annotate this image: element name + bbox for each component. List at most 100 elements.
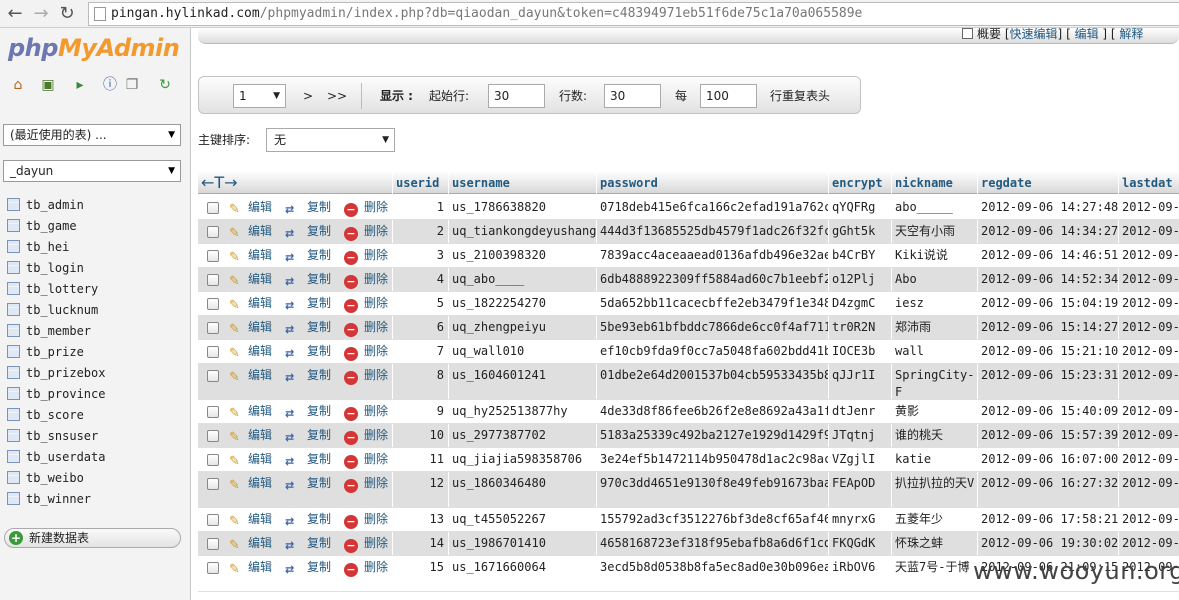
sidebar-table-item[interactable]: tb_member bbox=[7, 322, 91, 343]
row-checkbox[interactable] bbox=[207, 322, 219, 334]
cell-regdate[interactable]: 2012-09-06 14:34:27 bbox=[977, 220, 1118, 243]
cell-username[interactable]: us_1604601241 bbox=[448, 364, 596, 399]
cell-username[interactable]: us_2100398320 bbox=[448, 244, 596, 267]
query-window-icon[interactable]: ▸ bbox=[72, 77, 88, 93]
row-checkbox[interactable] bbox=[207, 346, 219, 358]
sidebar-table-item[interactable]: tb_prizebox bbox=[7, 364, 105, 385]
cell-password[interactable]: 5183a25339c492ba2127e1929d1429f9 bbox=[596, 424, 828, 447]
repeat-header-input[interactable]: 100 bbox=[700, 84, 757, 108]
summary-checkbox[interactable] bbox=[962, 28, 973, 39]
cell-username[interactable]: us_1986701410 bbox=[448, 532, 596, 555]
delete-row-link[interactable]: 删除 bbox=[364, 320, 388, 334]
docs-icon[interactable]: ⓘ bbox=[102, 77, 118, 93]
cell-nickname[interactable]: 天空有小雨 bbox=[891, 220, 977, 243]
refresh-icon[interactable]: ↻ bbox=[157, 77, 173, 93]
delete-row-link[interactable]: 删除 bbox=[364, 224, 388, 238]
cell-nickname[interactable]: 天蓝7号-于博 bbox=[891, 556, 977, 591]
delete-row-link[interactable]: 删除 bbox=[364, 296, 388, 310]
cell-lastdat[interactable]: 2012-09- bbox=[1118, 400, 1179, 423]
explain-link[interactable]: 解释 bbox=[1119, 28, 1143, 41]
sidebar-table-item[interactable]: tb_winner bbox=[7, 490, 91, 511]
phpmyadmin-logo[interactable]: phpMyAdmin bbox=[8, 34, 180, 62]
cell-encrypt[interactable]: mnyrxG bbox=[828, 508, 891, 531]
cell-userid[interactable]: 3 bbox=[392, 244, 448, 267]
column-header-lastdat[interactable]: lastdat bbox=[1118, 172, 1179, 194]
copy-row-link[interactable]: 复制 bbox=[307, 512, 331, 526]
cell-regdate[interactable]: 2012-09-06 14:46:51 bbox=[977, 244, 1118, 267]
reload-icon[interactable]: ↻ bbox=[56, 3, 78, 25]
cell-nickname[interactable]: 郑沛雨 bbox=[891, 316, 977, 339]
copy-row-link[interactable]: 复制 bbox=[307, 272, 331, 286]
cell-nickname[interactable]: katie bbox=[891, 448, 977, 471]
cell-username[interactable]: uq_tiankongdeyushang bbox=[448, 220, 596, 243]
cell-lastdat[interactable]: 2012-09- bbox=[1118, 472, 1179, 507]
copy-row-link[interactable]: 复制 bbox=[307, 200, 331, 214]
cell-nickname[interactable]: 五菱年少 bbox=[891, 508, 977, 531]
cell-password[interactable]: 6db4888922309ff5884ad60c7b1eebf2 bbox=[596, 268, 828, 291]
cell-regdate[interactable]: 2012-09-06 14:27:48 bbox=[977, 196, 1118, 219]
row-checkbox[interactable] bbox=[207, 562, 219, 574]
cell-username[interactable]: uq_zhengpeiyu bbox=[448, 316, 596, 339]
sidebar-table-item[interactable]: tb_game bbox=[7, 217, 77, 238]
home-icon[interactable]: ⌂ bbox=[10, 77, 26, 93]
row-checkbox[interactable] bbox=[207, 514, 219, 526]
cell-userid[interactable]: 2 bbox=[392, 220, 448, 243]
cell-password[interactable]: 5be93eb61bfbddc7866de6cc0f4af711 bbox=[596, 316, 828, 339]
cell-username[interactable]: uq_abo____ bbox=[448, 268, 596, 291]
cell-nickname[interactable]: Kiki说说 bbox=[891, 244, 977, 267]
copy-row-link[interactable]: 复制 bbox=[307, 320, 331, 334]
cell-encrypt[interactable]: tr0R2N bbox=[828, 316, 891, 339]
cell-userid[interactable]: 7 bbox=[392, 340, 448, 363]
cell-regdate[interactable]: 2012-09-06 15:57:39 bbox=[977, 424, 1118, 447]
delete-row-link[interactable]: 删除 bbox=[364, 476, 388, 490]
row-checkbox[interactable] bbox=[207, 226, 219, 238]
cell-password[interactable]: 3e24ef5b1472114b950478d1ac2c98ac bbox=[596, 448, 828, 471]
cell-regdate[interactable]: 2012-09-06 15:23:31 bbox=[977, 364, 1118, 399]
sidebar-table-item[interactable]: tb_lucknum bbox=[7, 301, 98, 322]
sidebar-table-item[interactable]: tb_score bbox=[7, 406, 84, 427]
cell-regdate[interactable]: 2012-09-06 15:40:09 bbox=[977, 400, 1118, 423]
row-checkbox[interactable] bbox=[207, 298, 219, 310]
cell-nickname[interactable]: wall bbox=[891, 340, 977, 363]
cell-encrypt[interactable]: dtJenr bbox=[828, 400, 891, 423]
cell-username[interactable]: uq_wall010 bbox=[448, 340, 596, 363]
cell-regdate[interactable]: 2012-09-06 17:58:21 bbox=[977, 508, 1118, 531]
next-page-button[interactable]: > bbox=[303, 89, 313, 103]
copy-doc-icon[interactable]: ❐ bbox=[124, 77, 140, 93]
sort-by-key-select[interactable]: 无 ▼ bbox=[266, 128, 395, 152]
cell-nickname[interactable]: SpringCity-F bbox=[891, 364, 977, 399]
row-checkbox[interactable] bbox=[207, 370, 219, 382]
cell-lastdat[interactable]: 2012-09- bbox=[1118, 364, 1179, 399]
edit-row-link[interactable]: 编辑 bbox=[248, 428, 272, 442]
cell-lastdat[interactable]: 2012-09- bbox=[1118, 532, 1179, 555]
copy-row-link[interactable]: 复制 bbox=[307, 404, 331, 418]
cell-userid[interactable]: 6 bbox=[392, 316, 448, 339]
cell-username[interactable]: us_1860346480 bbox=[448, 472, 596, 507]
rows-input[interactable]: 30 bbox=[604, 84, 661, 108]
address-bar[interactable]: pingan.hylinkad.com/phpmyadmin/index.php… bbox=[88, 2, 1179, 26]
cell-lastdat[interactable]: 2012-09- bbox=[1118, 340, 1179, 363]
copy-row-link[interactable]: 复制 bbox=[307, 428, 331, 442]
delete-row-link[interactable]: 删除 bbox=[364, 248, 388, 262]
edit-row-link[interactable]: 编辑 bbox=[248, 320, 272, 334]
cell-password[interactable]: 4658168723ef318f95ebafb8a6d6f1cd bbox=[596, 532, 828, 555]
column-header-encrypt[interactable]: encrypt bbox=[828, 172, 891, 194]
cell-regdate[interactable]: 2012-09-06 15:21:10 bbox=[977, 340, 1118, 363]
cell-encrypt[interactable]: IOCE3b bbox=[828, 340, 891, 363]
copy-row-link[interactable]: 复制 bbox=[307, 248, 331, 262]
sidebar-table-item[interactable]: tb_prize bbox=[7, 343, 84, 364]
edit-row-link[interactable]: 编辑 bbox=[248, 536, 272, 550]
cell-lastdat[interactable]: 2012-09- bbox=[1118, 316, 1179, 339]
copy-row-link[interactable]: 复制 bbox=[307, 452, 331, 466]
cell-nickname[interactable]: 怀珠之蚌 bbox=[891, 532, 977, 555]
cell-userid[interactable]: 9 bbox=[392, 400, 448, 423]
start-row-input[interactable]: 30 bbox=[488, 84, 545, 108]
cell-password[interactable]: 01dbe2e64d2001537b04cb59533435b8 bbox=[596, 364, 828, 399]
cell-encrypt[interactable]: o12Plj bbox=[828, 268, 891, 291]
forward-icon[interactable]: → bbox=[30, 3, 52, 25]
cell-userid[interactable]: 14 bbox=[392, 532, 448, 555]
back-icon[interactable]: ← bbox=[4, 3, 26, 25]
cell-password[interactable]: 3ecd5b8d0538b8fa5ec8ad0e30b096ea bbox=[596, 556, 828, 591]
cell-nickname[interactable]: 扒拉扒拉的天V bbox=[891, 472, 977, 507]
edit-row-link[interactable]: 编辑 bbox=[248, 200, 272, 214]
